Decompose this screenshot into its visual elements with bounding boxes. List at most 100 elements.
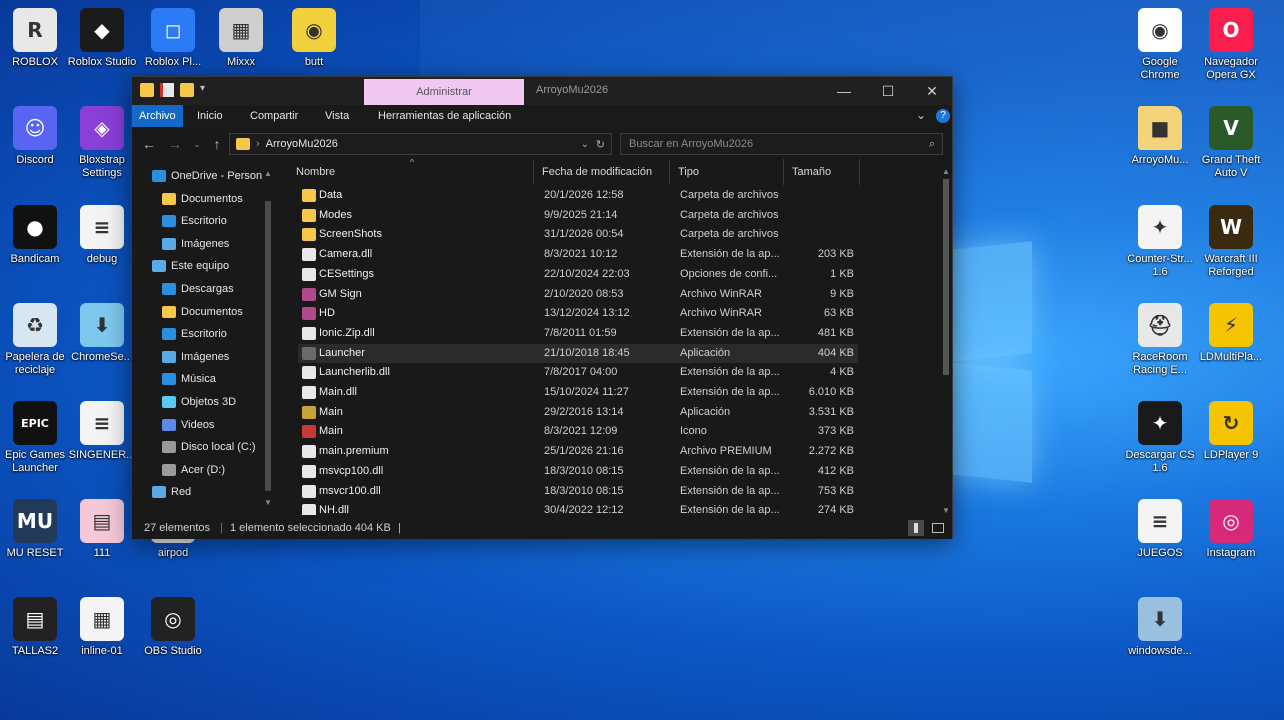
file-row[interactable]: Modes 9/9/2025 21:14 Carpeta de archivos xyxy=(298,206,858,226)
file-row[interactable]: GM Sign 2/10/2020 08:53 Archivo WinRAR 9 KB xyxy=(298,285,858,305)
nav-item[interactable]: Escritorio xyxy=(162,210,227,232)
nav-item[interactable]: Imágenes xyxy=(162,346,229,368)
search-input[interactable]: Buscar en ArroyoMu2026 ⌕ xyxy=(620,133,943,155)
context-tab-administrar[interactable]: Administrar xyxy=(364,79,524,105)
file-row[interactable]: Main 29/2/2016 13:14 Aplicación 3.531 KB xyxy=(298,403,858,423)
nav-item[interactable]: OneDrive - Person xyxy=(152,165,262,187)
desktop-icon-111[interactable]: ▤ 111 xyxy=(64,499,140,560)
desktop-icon-inline-01[interactable]: ▦ inline-01 xyxy=(64,597,140,658)
properties-icon[interactable] xyxy=(160,83,174,97)
desktop-icon-roblox-studio[interactable]: ◆ Roblox Studio xyxy=(64,8,140,69)
desktop-icon-debug[interactable]: ≡ debug xyxy=(64,205,140,266)
minimize-button[interactable]: — xyxy=(822,77,866,105)
desktop-icon-recycle-bin[interactable]: ♻ Papelera de reciclaje xyxy=(0,303,73,377)
desktop-icon-tallas2[interactable]: ▤ TALLAS2 xyxy=(0,597,73,658)
qat-dropdown-icon[interactable]: ▾ xyxy=(200,83,210,97)
file-row[interactable]: Camera.dll 8/3/2021 10:12 Extensión de la … xyxy=(298,245,858,265)
desktop-icon-instagram[interactable]: ◎ Instagram xyxy=(1193,499,1269,560)
desktop-icon-cs16[interactable]: ✦ Counter-Str... 1.6 xyxy=(1122,205,1198,279)
file-row[interactable]: Main.dll 15/10/2024 11:27 Extensión de la … xyxy=(298,383,858,403)
desktop-icon-descargar-cs[interactable]: ✦ Descargar CS 1.6 xyxy=(1122,401,1198,475)
file-row[interactable]: Launcher 21/10/2018 18:45 Aplicación 404 KB xyxy=(298,343,858,364)
desktop-icon-windowsde[interactable]: ⬇ windowsde... xyxy=(1122,597,1198,658)
file-row[interactable]: Ionic.Zip.dll 7/8/2011 01:59 Extensión de … xyxy=(298,324,858,344)
file-row[interactable]: main.premium 25/1/2026 21:16 Archivo PREMI… xyxy=(298,442,858,462)
desktop-icon-chrome[interactable]: ◉ Google Chrome xyxy=(1122,8,1198,82)
expand-ribbon-icon[interactable]: ⌄ xyxy=(916,108,926,122)
nav-item[interactable]: Acer (D:) xyxy=(162,459,225,481)
file-row[interactable]: Data 20/1/2026 12:58 Carpeta de archivos xyxy=(298,186,858,206)
folder-icon xyxy=(162,192,176,205)
file-row[interactable]: HD 13/12/2024 13:12 Archivo WinRAR 63 KB xyxy=(298,304,858,324)
nav-item[interactable]: Este equipo xyxy=(152,255,229,277)
desktop-icon-bloxstrap[interactable]: ◈ Bloxstrap Settings xyxy=(64,106,140,180)
tab-compartir[interactable]: Compartir xyxy=(243,105,305,127)
desktop-icon-mu-reset[interactable]: MU MU RESET xyxy=(0,499,73,560)
nav-item[interactable]: Objetos 3D xyxy=(162,391,236,413)
desktop-icon-gta-v[interactable]: V Grand Theft Auto V xyxy=(1193,106,1269,180)
large-icons-view-icon[interactable] xyxy=(930,520,946,536)
desktop-icon-chromesetup[interactable]: ⬇ ChromeSe... xyxy=(64,303,140,364)
navigation-pane[interactable]: OneDrive - Person Documentos Escritorio Imá… xyxy=(132,165,278,515)
desktop-icon-discord[interactable]: ☺ Discord xyxy=(0,106,73,167)
close-button[interactable]: ✕ xyxy=(910,77,954,105)
back-arrow-icon[interactable]: ← xyxy=(140,135,158,153)
new-folder-icon[interactable] xyxy=(180,83,194,97)
nav-item[interactable]: Descargas xyxy=(162,278,234,300)
tab-inicio[interactable]: Inicio xyxy=(190,105,230,127)
file-list-scrollbar[interactable]: ▲ ▼ xyxy=(940,167,952,515)
up-arrow-icon[interactable]: ↑ xyxy=(208,135,226,153)
file-row[interactable]: Launcherlib.dll 7/8/2017 04:00 Extensión d… xyxy=(298,363,858,383)
column-header-tamano[interactable]: Tamaño xyxy=(786,159,860,185)
file-row[interactable]: msvcr100.dll 18/3/2010 08:15 Extensión de … xyxy=(298,482,858,502)
desktop-icon-warcraft[interactable]: W Warcraft III Reforged xyxy=(1193,205,1269,279)
desktop-icon-singener[interactable]: ≡ SINGENER... xyxy=(64,401,140,462)
desktop-icon-juegos[interactable]: ≡ JUEGOS xyxy=(1122,499,1198,560)
details-view-icon[interactable] xyxy=(908,520,924,536)
file-row[interactable]: Main 8/3/2021 12:09 Icono 373 KB xyxy=(298,422,858,442)
desktop-icon-ldmulti[interactable]: ⚡ LDMultiPla... xyxy=(1193,303,1269,364)
nav-item[interactable]: Escritorio xyxy=(162,323,227,345)
desktop-icon-butt[interactable]: ◉ butt xyxy=(276,8,352,69)
column-header-tipo[interactable]: Tipo xyxy=(672,159,784,185)
nav-item[interactable]: Documentos xyxy=(162,188,243,210)
file-row[interactable]: NH.dll 30/4/2022 12:12 Extensión de la ap.… xyxy=(298,501,858,515)
file-row[interactable]: msvcp100.dll 18/3/2010 08:15 Extensión de … xyxy=(298,462,858,482)
desktop-icon-epic[interactable]: EPIC Epic Games Launcher xyxy=(0,401,73,475)
tab-vista[interactable]: Vista xyxy=(318,105,356,127)
forward-arrow-icon[interactable]: → xyxy=(166,135,184,153)
column-header-fecha[interactable]: Fecha de modificación xyxy=(536,159,670,185)
nav-item[interactable]: Videos xyxy=(162,414,214,436)
desktop-icon-opera-gx[interactable]: O Navegador Opera GX xyxy=(1193,8,1269,82)
desktop-icon-roblox-player[interactable]: ◻ Roblox Pl... xyxy=(135,8,211,69)
file-row[interactable]: CESettings 22/10/2024 22:03 Opciones de co… xyxy=(298,265,858,285)
maximize-button[interactable]: ☐ xyxy=(866,77,910,105)
desktop-icon-roblox[interactable]: R ROBLOX xyxy=(0,8,73,69)
nav-scrollbar[interactable]: ▲ ▼ xyxy=(263,169,273,507)
help-icon[interactable]: ? xyxy=(936,109,950,123)
tab-archivo[interactable]: Archivo xyxy=(132,105,183,127)
nav-item[interactable]: Disco local (C:) xyxy=(162,436,256,458)
refresh-icon[interactable]: ↻ xyxy=(596,138,605,151)
file-row[interactable]: ScreenShots 31/1/2026 00:54 Carpeta de arc… xyxy=(298,225,858,245)
address-dropdown-icon[interactable]: ⌄ xyxy=(581,139,589,150)
nav-item[interactable]: Documentos xyxy=(162,301,243,323)
desktop-icon-label: Bandicam xyxy=(10,253,60,265)
desktop-icon-raceroom[interactable]: ⛑ RaceRoom Racing E... xyxy=(1122,303,1198,377)
recent-dropdown-icon[interactable]: ⌄ xyxy=(188,135,206,153)
desktop-icon-mixxx[interactable]: ▦ Mixxx xyxy=(203,8,279,69)
nav-item[interactable]: Imágenes xyxy=(162,233,229,255)
address-field[interactable]: › ArroyoMu2026 ⌄ ↻ xyxy=(229,133,612,155)
file-explorer-window[interactable]: ▾ Administrar ArroyoMu2026 — ☐ ✕ Archivo… xyxy=(131,76,953,539)
this-pc-icon xyxy=(152,260,166,273)
desktop-icon-ldplayer[interactable]: ↻ LDPlayer 9 xyxy=(1193,401,1269,462)
nav-item[interactable]: Red xyxy=(152,481,191,503)
title-bar[interactable]: ▾ Administrar ArroyoMu2026 — ☐ ✕ xyxy=(132,77,952,105)
nav-item[interactable]: Música xyxy=(162,368,216,390)
breadcrumb-current[interactable]: ArroyoMu2026 xyxy=(266,138,338,150)
desktop-icon-bandicam[interactable]: ● Bandicam xyxy=(0,205,73,266)
file-list[interactable]: Nombre ^ Fecha de modificación Tipo Tama… xyxy=(284,159,952,515)
desktop-icon-arroyomu[interactable]: ■ ArroyoMu... xyxy=(1122,106,1198,167)
tab-herramientas[interactable]: Herramientas de aplicación xyxy=(371,105,518,127)
desktop-icon-obs[interactable]: ◎ OBS Studio xyxy=(135,597,211,658)
